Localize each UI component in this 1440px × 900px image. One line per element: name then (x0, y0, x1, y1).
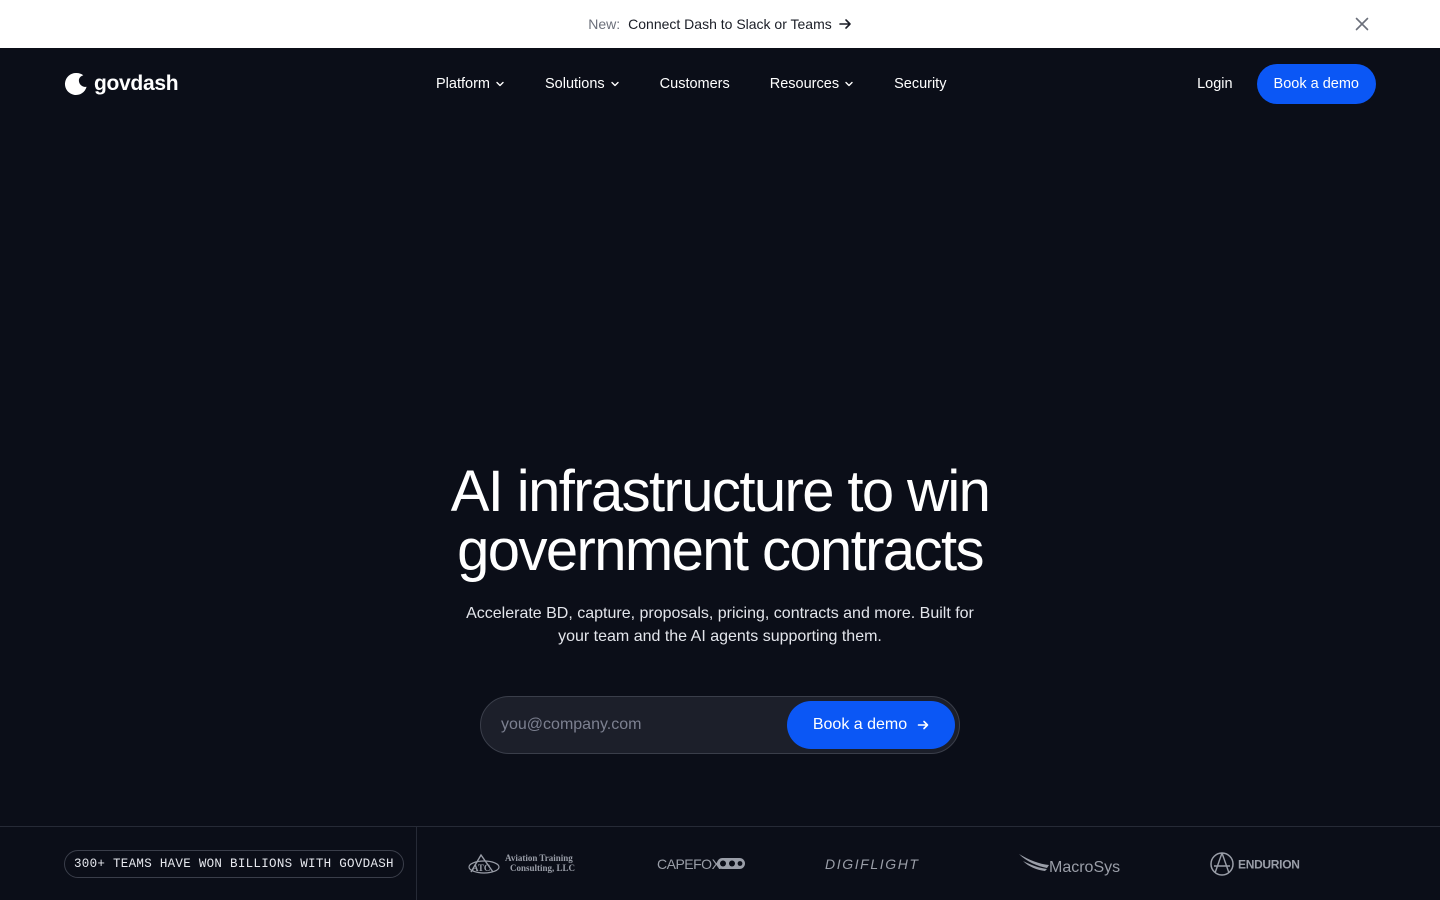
hero-section: AI infrastructure to win government cont… (0, 462, 1440, 648)
nav-item-security[interactable]: Security (894, 76, 946, 92)
macrosys-logo-icon: MacroSys (1019, 853, 1120, 876)
nav-item-label: Resources (769, 76, 840, 92)
nav-item-label: Customers (659, 76, 730, 92)
chevron-down-icon (496, 81, 504, 87)
nav-menu: Platform Solutions Customers Resources S… (436, 48, 946, 120)
announcement-bar: New: Connect Dash to Slack or Teams (0, 0, 1440, 48)
nav-item-resources[interactable]: Resources (770, 76, 854, 92)
hero-subtitle-line: your team and the AI agents supporting t… (558, 628, 882, 645)
submit-demo-label: Book a demo (812, 716, 908, 733)
atc-mark: ATC (472, 863, 490, 873)
social-proof-badge-area: 300+ TEAMS HAVE WON BILLIONS WITH GOVDAS… (0, 826, 417, 900)
nav-item-label: Platform (436, 76, 490, 92)
nav-item-platform[interactable]: Platform (436, 76, 505, 92)
hero-title: AI infrastructure to win government cont… (0, 462, 1440, 580)
customer-logo-digiflight: DIGIFLIGHT (825, 827, 941, 900)
customer-logo-atc: ATC Aviation Training Consulting, LLC (467, 827, 579, 900)
chevron-down-icon (845, 81, 853, 87)
close-announcement-button[interactable] (1352, 14, 1372, 34)
arrow-right-icon (917, 720, 929, 730)
hero-subtitle: Accelerate BD, capture, proposals, prici… (0, 602, 1440, 648)
customer-logo-capefox: CAPEFOX (657, 827, 747, 900)
announcement-link[interactable]: Connect Dash to Slack or Teams (628, 16, 852, 32)
email-input[interactable] (501, 716, 787, 734)
hero-title-line: AI infrastructure to win (450, 459, 991, 524)
brand-logo[interactable]: govdash (64, 70, 179, 98)
customer-logos: ATC Aviation Training Consulting, LLC CA… (417, 827, 1440, 900)
hero-subtitle-line: Accelerate BD, capture, proposals, prici… (466, 605, 974, 622)
announcement-link-text: Connect Dash to Slack or Teams (628, 16, 832, 32)
nav-item-solutions[interactable]: Solutions (545, 76, 620, 92)
atc-logo-icon: ATC Aviation Training Consulting, LLC (468, 853, 575, 874)
chevron-down-icon (610, 81, 619, 87)
arrow-right-icon (838, 19, 851, 29)
atc-name-line1: Aviation Training (505, 853, 573, 863)
nav-item-label: Security (894, 76, 947, 92)
macrosys-wordmark: MacroSys (1049, 859, 1120, 876)
nav-actions: Login Book a demo (1197, 64, 1376, 104)
nav-item-customers[interactable]: Customers (660, 76, 730, 92)
main-nav: govdash Platform Solutions Customers Res… (0, 48, 1440, 120)
announcement-prefix: New: (588, 16, 621, 32)
hero-title-line: government contracts (457, 518, 984, 583)
announcement-content: New: Connect Dash to Slack or Teams (588, 16, 852, 32)
capefox-wordmark: CAPEFOX (657, 856, 722, 872)
social-proof-strip: 300+ TEAMS HAVE WON BILLIONS WITH GOVDAS… (0, 826, 1440, 900)
demo-signup-form: Book a demo (480, 696, 960, 754)
nav-item-label: Solutions (545, 76, 605, 92)
social-proof-badge: 300+ TEAMS HAVE WON BILLIONS WITH GOVDAS… (64, 849, 404, 878)
brand-name: govdash (94, 72, 179, 95)
login-link[interactable]: Login (1197, 76, 1232, 92)
customer-logo-macrosys: MacroSys (1017, 827, 1133, 900)
close-icon (1355, 17, 1369, 31)
capefox-logo-icon: CAPEFOX (657, 856, 745, 872)
digiflight-logo-icon: DIGIFLIGHT (825, 856, 920, 872)
endurion-logo-icon: ENDURION (1210, 851, 1300, 876)
govdash-logo-icon (64, 72, 87, 95)
digiflight-wordmark: DIGIFLIGHT (825, 856, 920, 872)
endurion-wordmark: ENDURION (1238, 857, 1300, 871)
customer-logo-endurion: ENDURION (1209, 827, 1303, 900)
submit-demo-button[interactable]: Book a demo (787, 701, 955, 749)
atc-name-line2: Consulting, LLC (510, 863, 575, 873)
book-demo-button[interactable]: Book a demo (1256, 64, 1376, 104)
